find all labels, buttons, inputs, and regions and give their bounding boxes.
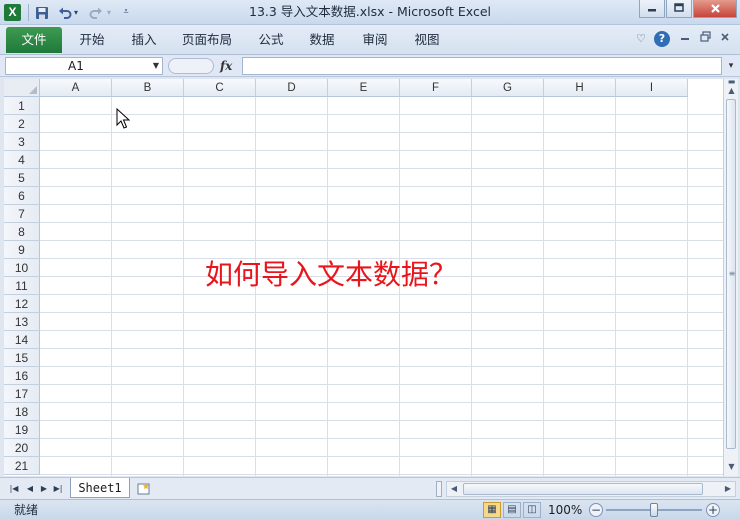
tab-view[interactable]: 视图 <box>407 28 447 52</box>
zoom-out-icon[interactable]: − <box>589 503 603 517</box>
page-break-view-icon[interactable]: ◫ <box>523 502 541 518</box>
horizontal-scrollbar[interactable]: ◀ ▶ <box>446 481 736 497</box>
select-all-corner[interactable] <box>4 79 40 97</box>
column-header[interactable]: F <box>400 79 472 97</box>
minimize-button[interactable] <box>639 0 665 18</box>
formula-input[interactable] <box>242 57 722 75</box>
workbook-minimize-icon[interactable] <box>677 31 693 47</box>
horizontal-scroll-thumb[interactable] <box>463 483 703 495</box>
insert-worksheet-icon[interactable] <box>132 480 156 498</box>
close-button[interactable] <box>693 0 737 18</box>
column-header[interactable]: G <box>472 79 544 97</box>
scroll-down-icon[interactable]: ▼ <box>724 460 739 474</box>
row-header[interactable]: 15 <box>4 349 40 367</box>
ribbon-tabs: 文件 开始 插入 页面布局 公式 数据 审阅 视图 ♡ ? <box>0 25 740 55</box>
tab-review[interactable]: 审阅 <box>355 28 395 52</box>
tab-data[interactable]: 数据 <box>302 28 342 52</box>
tab-split-handle[interactable] <box>436 481 442 497</box>
tab-home[interactable]: 开始 <box>72 28 112 52</box>
row-header[interactable]: 19 <box>4 421 40 439</box>
row-header[interactable]: 5 <box>4 169 40 187</box>
row-header[interactable]: 10 <box>4 259 40 277</box>
vertical-scrollbar[interactable]: ▬ ▲ ≡ ▼ <box>723 78 739 476</box>
name-box-value: A1 <box>68 59 84 73</box>
row-header[interactable]: 11 <box>4 277 40 295</box>
column-header[interactable]: A <box>40 79 112 97</box>
redo-icon[interactable] <box>86 3 106 22</box>
insert-function-icon[interactable]: fx <box>220 57 232 75</box>
tab-insert[interactable]: 插入 <box>124 28 164 52</box>
row-header[interactable]: 6 <box>4 187 40 205</box>
column-header[interactable]: C <box>184 79 256 97</box>
prev-sheet-icon[interactable]: ◀ <box>24 482 36 496</box>
vertical-scroll-thumb[interactable]: ≡ <box>726 99 736 449</box>
status-ready: 就绪 <box>14 503 39 517</box>
tab-file[interactable]: 文件 <box>6 27 62 53</box>
row-header[interactable]: 20 <box>4 439 40 457</box>
title-bar: 13.3 导入文本数据.xlsx - Microsoft Excel X ▾ ▾… <box>0 0 740 25</box>
row-header[interactable]: 7 <box>4 205 40 223</box>
excel-logo-icon[interactable]: X <box>4 4 21 21</box>
tab-page-layout[interactable]: 页面布局 <box>176 28 238 52</box>
select-all-triangle-icon <box>29 86 37 94</box>
scroll-up-icon[interactable]: ▲ <box>724 84 739 98</box>
page-layout-view-icon[interactable]: ▤ <box>503 502 521 518</box>
last-sheet-icon[interactable]: ▶| <box>52 482 64 496</box>
zoom-level[interactable]: 100% <box>548 500 582 520</box>
row-header[interactable]: 2 <box>4 115 40 133</box>
mouse-pointer-icon <box>116 107 131 130</box>
zoom-in-icon[interactable]: + <box>706 503 720 517</box>
status-bar: 就绪 ▦ ▤ ◫ 100% − + <box>0 499 740 520</box>
save-icon[interactable] <box>32 3 52 22</box>
overlay-caption: 如何导入文本数据？ <box>205 258 458 291</box>
scroll-grip-icon: ≡ <box>728 269 736 278</box>
customize-qat-icon[interactable]: ⩡ <box>120 3 132 22</box>
zoom-slider[interactable] <box>606 503 702 517</box>
scroll-right-icon[interactable]: ▶ <box>721 482 735 496</box>
name-box[interactable]: A1 ▼ <box>5 57 163 75</box>
row-header[interactable]: 13 <box>4 313 40 331</box>
row-header[interactable]: 14 <box>4 331 40 349</box>
name-box-dropdown-icon[interactable]: ▼ <box>153 58 159 74</box>
workbook-restore-icon[interactable] <box>697 31 713 47</box>
column-header[interactable]: D <box>256 79 328 97</box>
redo-dropdown-icon[interactable]: ▾ <box>104 3 114 22</box>
column-header[interactable]: H <box>544 79 616 97</box>
tab-formulas[interactable]: 公式 <box>251 28 291 52</box>
formula-bar: A1 ▼ fx ▾ <box>0 55 740 77</box>
undo-dropdown-icon[interactable]: ▾ <box>71 3 81 22</box>
column-header[interactable]: I <box>616 79 688 97</box>
scroll-left-icon[interactable]: ◀ <box>447 482 461 496</box>
sheet-tab-bar: |◀ ◀ ▶ ▶| Sheet1 ◀ ▶ <box>0 477 740 499</box>
zoom-slider-thumb[interactable] <box>650 503 658 517</box>
next-sheet-icon[interactable]: ▶ <box>38 482 50 496</box>
row-header[interactable]: 9 <box>4 241 40 259</box>
maximize-button[interactable] <box>666 0 692 18</box>
help-icon[interactable]: ? <box>654 31 670 47</box>
workbook-close-icon[interactable] <box>717 31 733 47</box>
qat-separator <box>28 4 29 21</box>
first-sheet-icon[interactable]: |◀ <box>8 482 20 496</box>
expand-formula-bar-icon[interactable]: ▾ <box>725 57 737 75</box>
row-header[interactable]: 4 <box>4 151 40 169</box>
column-header[interactable]: E <box>328 79 400 97</box>
row-header[interactable]: 18 <box>4 403 40 421</box>
row-header[interactable]: 17 <box>4 385 40 403</box>
normal-view-icon[interactable]: ▦ <box>483 502 501 518</box>
ribbon-collapse-icon[interactable]: ♡ <box>633 31 649 47</box>
formula-controls: fx <box>168 57 238 75</box>
row-header[interactable]: 16 <box>4 367 40 385</box>
row-header[interactable]: 8 <box>4 223 40 241</box>
sheet-tab-sheet1[interactable]: Sheet1 <box>70 478 130 498</box>
row-header[interactable]: 1 <box>4 97 40 115</box>
formula-buttons-pill <box>168 58 214 74</box>
row-header[interactable]: 21 <box>4 457 40 475</box>
column-header[interactable]: B <box>112 79 184 97</box>
row-header[interactable]: 3 <box>4 133 40 151</box>
row-header[interactable]: 12 <box>4 295 40 313</box>
